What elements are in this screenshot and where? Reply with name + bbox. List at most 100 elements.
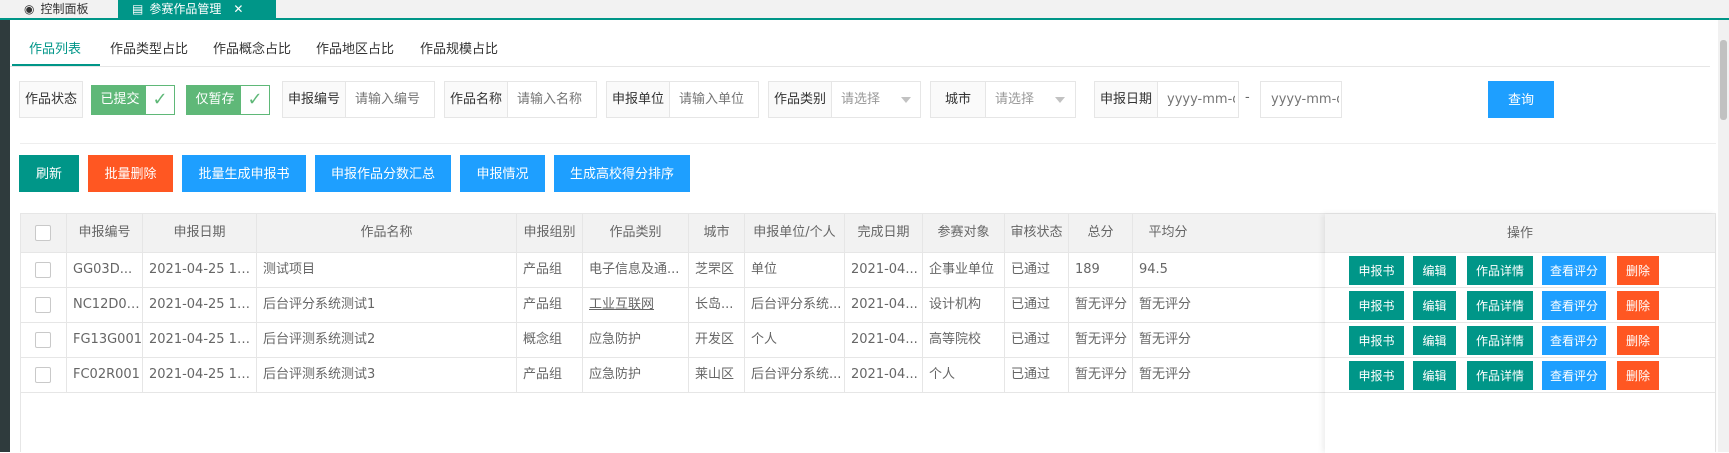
cell-category[interactable]: 工业互联网 <box>583 288 689 322</box>
row-checkbox[interactable] <box>35 262 51 278</box>
delete-button[interactable]: 删除 <box>1617 326 1659 355</box>
cell-city: 莱山区 <box>689 358 745 392</box>
subtab-divider <box>10 66 1710 67</box>
cell-unit: 后台评分系统... <box>745 288 845 322</box>
col-header-review-status[interactable]: 审核状态 <box>1005 214 1069 252</box>
close-icon[interactable]: ✕ <box>233 2 243 16</box>
category-filter[interactable]: 作品类别 请选择 <box>768 81 921 118</box>
report-button[interactable]: 申报书 <box>1349 256 1404 285</box>
date-start-input[interactable] <box>1157 82 1237 117</box>
report-button[interactable]: 申报书 <box>1349 326 1404 355</box>
col-header-average[interactable]: 平均分 <box>1133 214 1203 252</box>
operations-row: 申报书 编辑 作品详情 查看评分 删除 <box>1325 288 1715 323</box>
tab-dashboard[interactable]: ◉ 控制面板 <box>10 0 118 18</box>
details-button[interactable]: 作品详情 <box>1467 326 1533 355</box>
refresh-button[interactable]: 刷新 <box>19 155 79 192</box>
college-ranking-button[interactable]: 生成高校得分排序 <box>554 155 690 192</box>
cell-name: 后台评测系统测试3 <box>257 358 517 392</box>
check-icon: ✓ <box>146 86 174 114</box>
status-filter-label: 作品状态 <box>20 82 82 117</box>
submitted-checkbox[interactable]: 已提交 ✓ <box>91 85 175 115</box>
scrollbar-thumb[interactable] <box>1720 40 1727 120</box>
cell-finish-date: 2021-04... <box>845 358 923 392</box>
col-header-name[interactable]: 作品名称 <box>257 214 517 252</box>
submitted-checkbox-label: 已提交 <box>92 86 148 114</box>
view-score-button[interactable]: 查看评分 <box>1542 291 1606 320</box>
category-select[interactable]: 请选择 <box>831 82 901 117</box>
report-status-button[interactable]: 申报情况 <box>460 155 545 192</box>
score-summary-button[interactable]: 申报作品分数汇总 <box>315 155 451 192</box>
view-score-button[interactable]: 查看评分 <box>1542 361 1606 390</box>
cell-participant: 高等院校 <box>923 323 1005 357</box>
cell-review-status: 已通过 <box>1005 323 1069 357</box>
cell-category: 应急防护 <box>583 358 689 392</box>
col-header-city[interactable]: 城市 <box>689 214 745 252</box>
page-scrollbar[interactable] <box>1718 20 1729 452</box>
col-header-participant[interactable]: 参赛对象 <box>923 214 1005 252</box>
details-button[interactable]: 作品详情 <box>1467 361 1533 390</box>
draft-checkbox-label: 仅暂存 <box>187 86 243 114</box>
details-button[interactable]: 作品详情 <box>1467 256 1533 285</box>
city-filter[interactable]: 城市 请选择 <box>930 81 1076 118</box>
check-icon: ✓ <box>241 86 269 114</box>
unit-input[interactable] <box>669 82 757 117</box>
delete-button[interactable]: 删除 <box>1617 256 1659 285</box>
col-header-unit[interactable]: 申报单位/个人 <box>745 214 845 252</box>
cell-unit: 后台评分系统... <box>745 358 845 392</box>
cell-total: 暂无评分 <box>1069 323 1133 357</box>
select-all-cell <box>21 214 67 252</box>
code-input[interactable] <box>345 82 433 117</box>
report-button[interactable]: 申报书 <box>1349 291 1404 320</box>
cell-finish-date: 2021-04... <box>845 288 923 322</box>
edit-button[interactable]: 编辑 <box>1413 326 1456 355</box>
report-button[interactable]: 申报书 <box>1349 361 1404 390</box>
date-filter: 申报日期 <box>1094 81 1239 118</box>
chevron-down-icon <box>901 97 911 103</box>
row-select-cell <box>21 253 67 287</box>
row-checkbox[interactable] <box>35 367 51 383</box>
city-filter-label: 城市 <box>931 82 986 117</box>
subtab-concept-ratio[interactable]: 作品概念占比 <box>213 38 291 57</box>
tab-entry-management[interactable]: ▤ 参赛作品管理 ✕ <box>118 0 276 18</box>
col-header-total[interactable]: 总分 <box>1069 214 1133 252</box>
edit-button[interactable]: 编辑 <box>1413 256 1456 285</box>
col-header-finish-date[interactable]: 完成日期 <box>845 214 923 252</box>
col-header-date[interactable]: 申报日期 <box>143 214 257 252</box>
view-score-button[interactable]: 查看评分 <box>1542 326 1606 355</box>
select-all-checkbox[interactable] <box>35 225 51 241</box>
name-filter: 作品名称 <box>444 81 597 118</box>
edit-button[interactable]: 编辑 <box>1413 291 1456 320</box>
col-header-group[interactable]: 申报组别 <box>517 214 583 252</box>
name-input[interactable] <box>507 82 595 117</box>
subtab-scale-ratio[interactable]: 作品规模占比 <box>420 38 498 57</box>
edit-button[interactable]: 编辑 <box>1413 361 1456 390</box>
document-icon: ▤ <box>132 2 144 16</box>
batch-delete-button[interactable]: 批量删除 <box>88 155 173 192</box>
cell-review-status: 已通过 <box>1005 288 1069 322</box>
cell-participant: 企事业单位 <box>923 253 1005 287</box>
subtab-entry-list[interactable]: 作品列表 <box>29 38 81 57</box>
draft-checkbox[interactable]: 仅暂存 ✓ <box>186 85 270 115</box>
details-button[interactable]: 作品详情 <box>1467 291 1533 320</box>
query-button[interactable]: 查询 <box>1488 81 1554 118</box>
view-score-button[interactable]: 查看评分 <box>1542 256 1606 285</box>
cell-total: 暂无评分 <box>1069 288 1133 322</box>
col-header-code[interactable]: 申报编号 <box>67 214 143 252</box>
row-checkbox[interactable] <box>35 332 51 348</box>
cell-name: 测试项目 <box>257 253 517 287</box>
delete-button[interactable]: 删除 <box>1617 291 1659 320</box>
row-checkbox[interactable] <box>35 297 51 313</box>
batch-generate-report-button[interactable]: 批量生成申报书 <box>182 155 306 192</box>
cell-date: 2021-04-25 14... <box>143 323 257 357</box>
cell-unit: 单位 <box>745 253 845 287</box>
col-header-category[interactable]: 作品类别 <box>583 214 689 252</box>
cell-code: GG03D... <box>67 253 143 287</box>
city-select[interactable]: 请选择 <box>985 82 1055 117</box>
date-end-input[interactable] <box>1261 82 1341 117</box>
cell-group: 产品组 <box>517 253 583 287</box>
subtab-type-ratio[interactable]: 作品类型占比 <box>110 38 188 57</box>
delete-button[interactable]: 删除 <box>1617 361 1659 390</box>
subtab-region-ratio[interactable]: 作品地区占比 <box>316 38 394 57</box>
page-tab-bar: ◉ 控制面板 ▤ 参赛作品管理 ✕ <box>0 0 1729 20</box>
cell-total: 暂无评分 <box>1069 358 1133 392</box>
